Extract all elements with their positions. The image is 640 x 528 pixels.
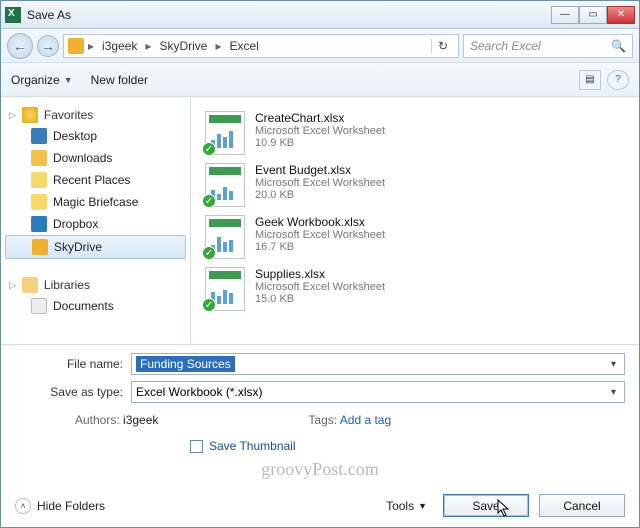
- cancel-button[interactable]: Cancel: [539, 494, 625, 517]
- breadcrumb-segment[interactable]: Excel: [225, 39, 262, 53]
- star-icon: [22, 107, 38, 123]
- toolbar: Organize ▼ New folder ▤ ?: [1, 63, 639, 97]
- refresh-button[interactable]: ↻: [431, 39, 454, 53]
- desktop-icon: [31, 128, 47, 144]
- excel-app-icon: [5, 7, 21, 23]
- maximize-button[interactable]: ▭: [579, 6, 607, 24]
- saveastype-label: Save as type:: [15, 385, 123, 399]
- save-form: File name: Funding Sources ▾ Save as typ…: [1, 344, 639, 527]
- sidebar-item-dropbox[interactable]: Dropbox: [1, 213, 190, 235]
- save-thumbnail-label[interactable]: Save Thumbnail: [209, 439, 296, 453]
- chevron-right-icon: ▸: [145, 39, 151, 53]
- nav-forward-button[interactable]: →: [37, 35, 59, 57]
- nav-back-button[interactable]: ←: [7, 33, 33, 59]
- sync-check-icon: ✓: [202, 246, 216, 260]
- recent-icon: [31, 172, 47, 188]
- chevron-down-icon[interactable]: ▾: [607, 359, 620, 370]
- file-list[interactable]: ✓ CreateChart.xlsxMicrosoft Excel Worksh…: [191, 97, 639, 344]
- documents-icon: [31, 298, 47, 314]
- search-input[interactable]: Search Excel 🔍: [463, 34, 633, 58]
- minimize-button[interactable]: —: [551, 6, 579, 24]
- save-thumbnail-checkbox[interactable]: [190, 440, 203, 453]
- new-folder-button[interactable]: New folder: [91, 73, 148, 87]
- excel-file-icon: ✓: [205, 215, 245, 259]
- sidebar-item-desktop[interactable]: Desktop: [1, 125, 190, 147]
- address-bar: ← → ▸ i3geek ▸ SkyDrive ▸ Excel ↻ Search…: [1, 29, 639, 63]
- breadcrumb-segment[interactable]: SkyDrive: [155, 39, 211, 53]
- save-button[interactable]: Save: [443, 494, 529, 517]
- sidebar: ▷ Favorites Desktop Downloads Recent Pla…: [1, 97, 191, 344]
- disclosure-icon: ▷: [9, 280, 16, 291]
- chevron-down-icon: ▼: [418, 501, 427, 511]
- excel-file-icon: ✓: [205, 267, 245, 311]
- sidebar-group-favorites[interactable]: ▷ Favorites: [1, 105, 190, 125]
- watermark: groovyPost.com: [15, 459, 625, 480]
- file-item[interactable]: ✓ Event Budget.xlsxMicrosoft Excel Works…: [199, 159, 631, 211]
- libraries-icon: [22, 277, 38, 293]
- breadcrumb[interactable]: ▸ i3geek ▸ SkyDrive ▸ Excel ↻: [63, 34, 459, 58]
- sync-check-icon: ✓: [202, 142, 216, 156]
- skydrive-icon: [32, 239, 48, 255]
- chevron-down-icon: ▼: [64, 75, 73, 85]
- authors-label: Authors:: [75, 413, 120, 427]
- close-button[interactable]: ✕: [607, 6, 635, 24]
- file-item[interactable]: ✓ Supplies.xlsxMicrosoft Excel Worksheet…: [199, 263, 631, 315]
- sidebar-item-magic-briefcase[interactable]: Magic Briefcase: [1, 191, 190, 213]
- excel-file-icon: ✓: [205, 163, 245, 207]
- excel-file-icon: ✓: [205, 111, 245, 155]
- chevron-up-icon: ˄: [15, 498, 31, 514]
- tools-button[interactable]: Tools ▼: [380, 499, 433, 513]
- chevron-right-icon: ▸: [88, 39, 94, 53]
- titlebar: Save As — ▭ ✕: [1, 1, 639, 29]
- organize-button[interactable]: Organize ▼: [11, 73, 73, 87]
- sidebar-item-downloads[interactable]: Downloads: [1, 147, 190, 169]
- saveastype-select[interactable]: Excel Workbook (*.xlsx) ▾: [131, 381, 625, 403]
- hide-folders-button[interactable]: ˄ Hide Folders: [15, 498, 105, 514]
- view-options-button[interactable]: ▤: [579, 70, 601, 90]
- downloads-icon: [31, 150, 47, 166]
- sync-check-icon: ✓: [202, 194, 216, 208]
- sidebar-group-libraries[interactable]: ▷ Libraries: [1, 275, 190, 295]
- chevron-right-icon: ▸: [215, 39, 221, 53]
- file-item[interactable]: ✓ CreateChart.xlsxMicrosoft Excel Worksh…: [199, 107, 631, 159]
- help-button[interactable]: ?: [607, 70, 629, 90]
- dropbox-icon: [31, 216, 47, 232]
- filename-label: File name:: [15, 357, 123, 371]
- sync-check-icon: ✓: [202, 298, 216, 312]
- chevron-down-icon[interactable]: ▾: [607, 387, 620, 398]
- sidebar-item-documents[interactable]: Documents: [1, 295, 190, 317]
- dialog-title: Save As: [27, 8, 551, 22]
- sidebar-item-skydrive[interactable]: SkyDrive: [5, 235, 186, 259]
- search-placeholder: Search Excel: [470, 39, 541, 53]
- disclosure-icon: ▷: [9, 110, 16, 121]
- sidebar-item-recent-places[interactable]: Recent Places: [1, 169, 190, 191]
- file-item[interactable]: ✓ Geek Workbook.xlsxMicrosoft Excel Work…: [199, 211, 631, 263]
- filename-input[interactable]: Funding Sources ▾: [131, 353, 625, 375]
- folder-icon: [68, 38, 84, 54]
- briefcase-icon: [31, 194, 47, 210]
- tags-label: Tags:: [308, 413, 337, 427]
- breadcrumb-segment[interactable]: i3geek: [98, 39, 141, 53]
- authors-value[interactable]: i3geek: [123, 413, 158, 427]
- tags-value[interactable]: Add a tag: [340, 413, 391, 427]
- search-icon: 🔍: [611, 39, 626, 53]
